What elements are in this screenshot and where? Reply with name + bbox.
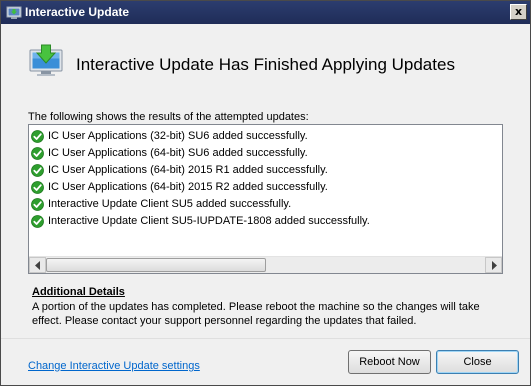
green-check-icon: [31, 198, 44, 211]
scroll-right-icon: [492, 261, 497, 270]
list-item-text: Interactive Update Client SU5-IUPDATE-18…: [48, 215, 370, 227]
interactive-update-window: Interactive Update x Interactive Update …: [0, 0, 531, 386]
reboot-now-button[interactable]: Reboot Now: [348, 350, 431, 374]
change-settings-link[interactable]: Change Interactive Update settings: [28, 360, 200, 372]
additional-details-text: A portion of the updates has completed. …: [32, 301, 480, 327]
green-check-icon: [31, 147, 44, 160]
list-item[interactable]: IC User Applications (64-bit) 2015 R1 ad…: [31, 162, 328, 179]
scroll-track[interactable]: [46, 257, 485, 273]
green-check-icon: [31, 164, 44, 177]
list-item-text: IC User Applications (32-bit) SU6 added …: [48, 130, 308, 142]
app-icon: [6, 6, 22, 19]
scroll-left-icon: [35, 261, 40, 270]
scroll-right-button[interactable]: [485, 257, 502, 273]
footer: Change Interactive Update settings Reboo…: [1, 339, 530, 385]
results-list[interactable]: IC User Applications (32-bit) SU6 added …: [28, 124, 503, 274]
horizontal-scrollbar[interactable]: [29, 256, 502, 273]
additional-details-title: Additional Details: [32, 286, 125, 298]
green-check-icon: [31, 215, 44, 228]
list-item-text: IC User Applications (64-bit) SU6 added …: [48, 147, 308, 159]
list-item[interactable]: Interactive Update Client SU5 added succ…: [31, 196, 291, 213]
list-item[interactable]: IC User Applications (32-bit) SU6 added …: [31, 128, 308, 145]
title-bar[interactable]: Interactive Update x: [1, 1, 530, 24]
close-icon: x: [514, 5, 523, 18]
main-content: Interactive Update Has Finished Applying…: [1, 24, 530, 338]
scroll-left-button[interactable]: [29, 257, 46, 273]
list-item-text: IC User Applications (64-bit) 2015 R2 ad…: [48, 181, 328, 193]
list-item[interactable]: Interactive Update Client SU5-IUPDATE-18…: [31, 213, 370, 230]
window-title: Interactive Update: [25, 5, 130, 19]
title-close-button[interactable]: x: [510, 4, 527, 20]
close-button[interactable]: Close: [436, 350, 519, 374]
scroll-thumb[interactable]: [46, 258, 266, 272]
list-item-text: IC User Applications (64-bit) 2015 R1 ad…: [48, 164, 328, 176]
page-heading: Interactive Update Has Finished Applying…: [76, 55, 455, 74]
list-item-text: Interactive Update Client SU5 added succ…: [48, 198, 292, 210]
list-item[interactable]: IC User Applications (64-bit) 2015 R2 ad…: [31, 179, 328, 196]
green-check-icon: [31, 130, 44, 143]
list-item[interactable]: IC User Applications (64-bit) SU6 added …: [31, 145, 308, 162]
green-check-icon: [31, 181, 44, 194]
results-intro: The following shows the results of the a…: [28, 111, 309, 123]
results-list-items: IC User Applications (32-bit) SU6 added …: [29, 125, 502, 256]
download-to-computer-icon: [29, 44, 63, 76]
